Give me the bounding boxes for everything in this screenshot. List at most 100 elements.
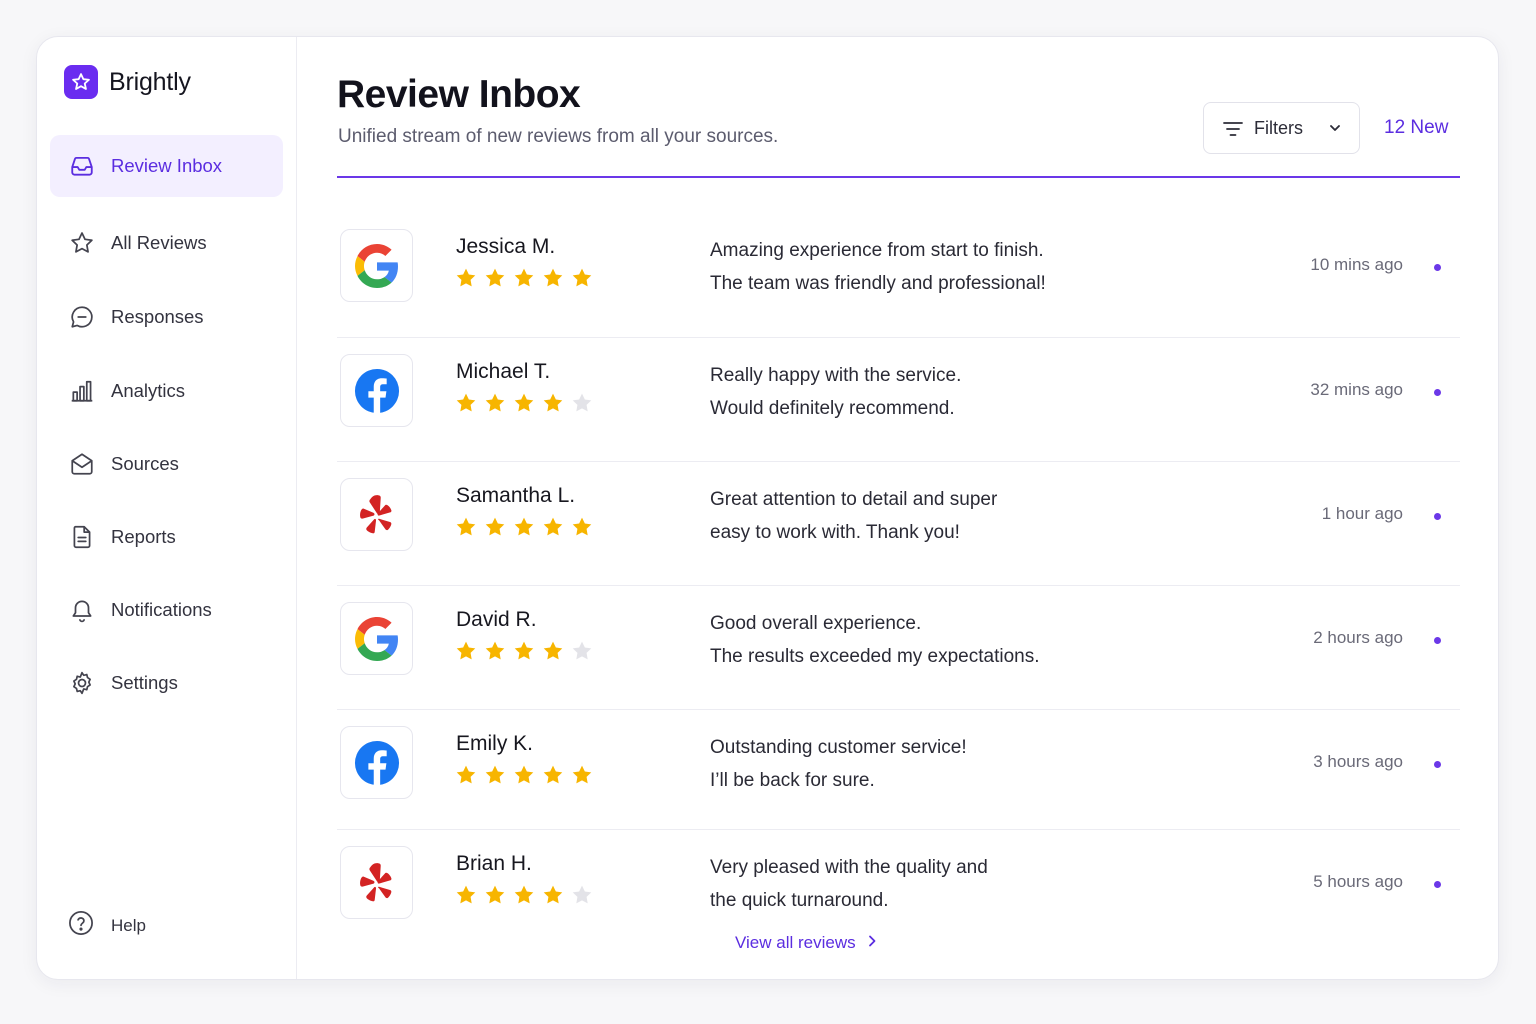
sidebar-item-notifications[interactable]: Notifications: [50, 579, 283, 641]
sidebar-item-settings[interactable]: Settings: [50, 652, 283, 714]
sidebar-item-label: Settings: [111, 672, 178, 693]
star-empty-icon: [571, 640, 593, 662]
star-filled-icon: [513, 884, 535, 906]
review-text-line: Really happy with the service.: [710, 365, 962, 386]
filters-dropdown[interactable]: Filters: [1203, 102, 1360, 154]
review-row[interactable]: Michael T. Really happy with the service.…: [337, 338, 1460, 462]
star-filled-icon: [513, 764, 535, 786]
sidebar-item-label: Analytics: [111, 380, 186, 401]
review-text-line: The results exceeded my expectations.: [710, 646, 1040, 667]
star-empty-icon: [571, 392, 593, 414]
review-text-line: the quick turnaround.: [710, 890, 889, 911]
google-logo-icon: [340, 229, 413, 302]
header-divider: [337, 176, 1460, 178]
sidebar-item-reports[interactable]: Reports: [50, 506, 283, 568]
sidebar-item-label: All Reviews: [111, 232, 207, 253]
star-filled-icon: [513, 516, 535, 538]
star-filled-icon: [455, 516, 477, 538]
reviewer-name: Michael T.: [456, 360, 551, 383]
star-rating: [455, 640, 593, 662]
review-text-line: Amazing experience from start to finish.: [710, 240, 1044, 261]
review-row[interactable]: Samantha L. Great attention to detail and…: [337, 462, 1460, 586]
star-empty-icon: [571, 884, 593, 906]
review-row[interactable]: Jessica M. Amazing experience from start …: [337, 213, 1460, 338]
review-row[interactable]: Emily K. Outstanding customer service! I’l…: [337, 710, 1460, 830]
review-text-line: Very pleased with the quality and: [710, 857, 988, 878]
yelp-logo-icon: [340, 846, 413, 919]
unread-indicator: [1434, 881, 1441, 888]
review-timestamp: 5 hours ago: [1313, 872, 1403, 891]
help-label: Help: [111, 915, 146, 935]
review-text: Very pleased with the quality and the qui…: [710, 851, 988, 917]
page-subtitle: Unified stream of new reviews from all y…: [338, 126, 779, 147]
sidebar-item-analytics[interactable]: Analytics: [50, 360, 283, 422]
unread-indicator: [1434, 264, 1441, 271]
star-filled-icon: [542, 884, 564, 906]
star-filled-icon: [484, 884, 506, 906]
help-circle-icon: [67, 909, 95, 942]
star-filled-icon: [484, 516, 506, 538]
new-count-link[interactable]: 12 New: [1384, 117, 1448, 139]
facebook-logo-icon: [340, 354, 413, 427]
review-timestamp: 32 mins ago: [1310, 380, 1403, 399]
star-filled-icon: [542, 516, 564, 538]
review-text-line: easy to work with. Thank you!: [710, 522, 960, 543]
brand[interactable]: Brightly: [64, 65, 191, 99]
brand-star-icon: [64, 65, 98, 99]
sidebar: Brightly Review Inbox All Reviews Respon…: [37, 37, 297, 979]
star-filled-icon: [542, 267, 564, 289]
chevron-down-icon: [1328, 121, 1342, 140]
filter-icon: [1223, 120, 1243, 143]
envelope-icon: [68, 450, 96, 478]
star-filled-icon: [513, 640, 535, 662]
review-timestamp: 2 hours ago: [1313, 628, 1403, 647]
review-row[interactable]: David R. Good overall experience. The resu…: [337, 586, 1460, 710]
star-rating: [455, 764, 593, 786]
sidebar-item-sources[interactable]: Sources: [50, 433, 283, 495]
yelp-logo-icon: [340, 478, 413, 551]
star-filled-icon: [542, 764, 564, 786]
brand-name: Brightly: [109, 67, 191, 96]
review-text-line: The team was friendly and professional!: [710, 273, 1046, 294]
sidebar-item-label: Notifications: [111, 599, 212, 620]
sidebar-item-responses[interactable]: Responses: [50, 286, 283, 348]
review-timestamp: 3 hours ago: [1313, 752, 1403, 771]
reviewer-name: Jessica M.: [456, 235, 556, 258]
filters-label: Filters: [1254, 117, 1303, 138]
star-filled-icon: [513, 267, 535, 289]
review-text: Great attention to detail and super easy …: [710, 483, 997, 549]
review-text: Really happy with the service. Would defi…: [710, 359, 961, 425]
main-content: Review Inbox Unified stream of new revie…: [298, 37, 1498, 979]
gear-icon: [68, 669, 96, 697]
unread-indicator: [1434, 761, 1441, 768]
star-filled-icon: [455, 764, 477, 786]
bar-chart-icon: [68, 377, 96, 405]
sidebar-item-label: Reports: [111, 526, 176, 547]
unread-indicator: [1434, 513, 1441, 520]
review-row[interactable]: Brian H. Very pleased with the quality an…: [337, 830, 1460, 954]
chat-bubble-icon: [68, 303, 96, 331]
unread-indicator: [1434, 637, 1441, 644]
star-filled-icon: [484, 640, 506, 662]
view-all-reviews-link[interactable]: View all reviews: [735, 933, 878, 953]
sidebar-item-label: Responses: [111, 306, 204, 327]
star-rating: [455, 267, 593, 289]
star-filled-icon: [542, 640, 564, 662]
star-rating: [455, 884, 593, 906]
star-filled-icon: [455, 267, 477, 289]
unread-indicator: [1434, 389, 1441, 396]
sidebar-item-all-reviews[interactable]: All Reviews: [50, 212, 283, 274]
reviewer-name: Emily K.: [456, 732, 534, 755]
chevron-right-icon: [866, 933, 878, 953]
sidebar-item-review-inbox[interactable]: Review Inbox: [50, 135, 283, 197]
star-outline-icon: [68, 229, 96, 257]
star-filled-icon: [484, 392, 506, 414]
review-text-line: I’ll be back for sure.: [710, 770, 875, 791]
help-link[interactable]: Help: [67, 909, 146, 942]
review-text: Outstanding customer service! I’ll be bac…: [710, 731, 967, 797]
reviewer-name: Brian H.: [456, 852, 532, 875]
google-logo-icon: [340, 602, 413, 675]
sidebar-item-label: Review Inbox: [111, 155, 223, 176]
document-icon: [68, 523, 96, 551]
reviewer-name: David R.: [456, 608, 537, 631]
